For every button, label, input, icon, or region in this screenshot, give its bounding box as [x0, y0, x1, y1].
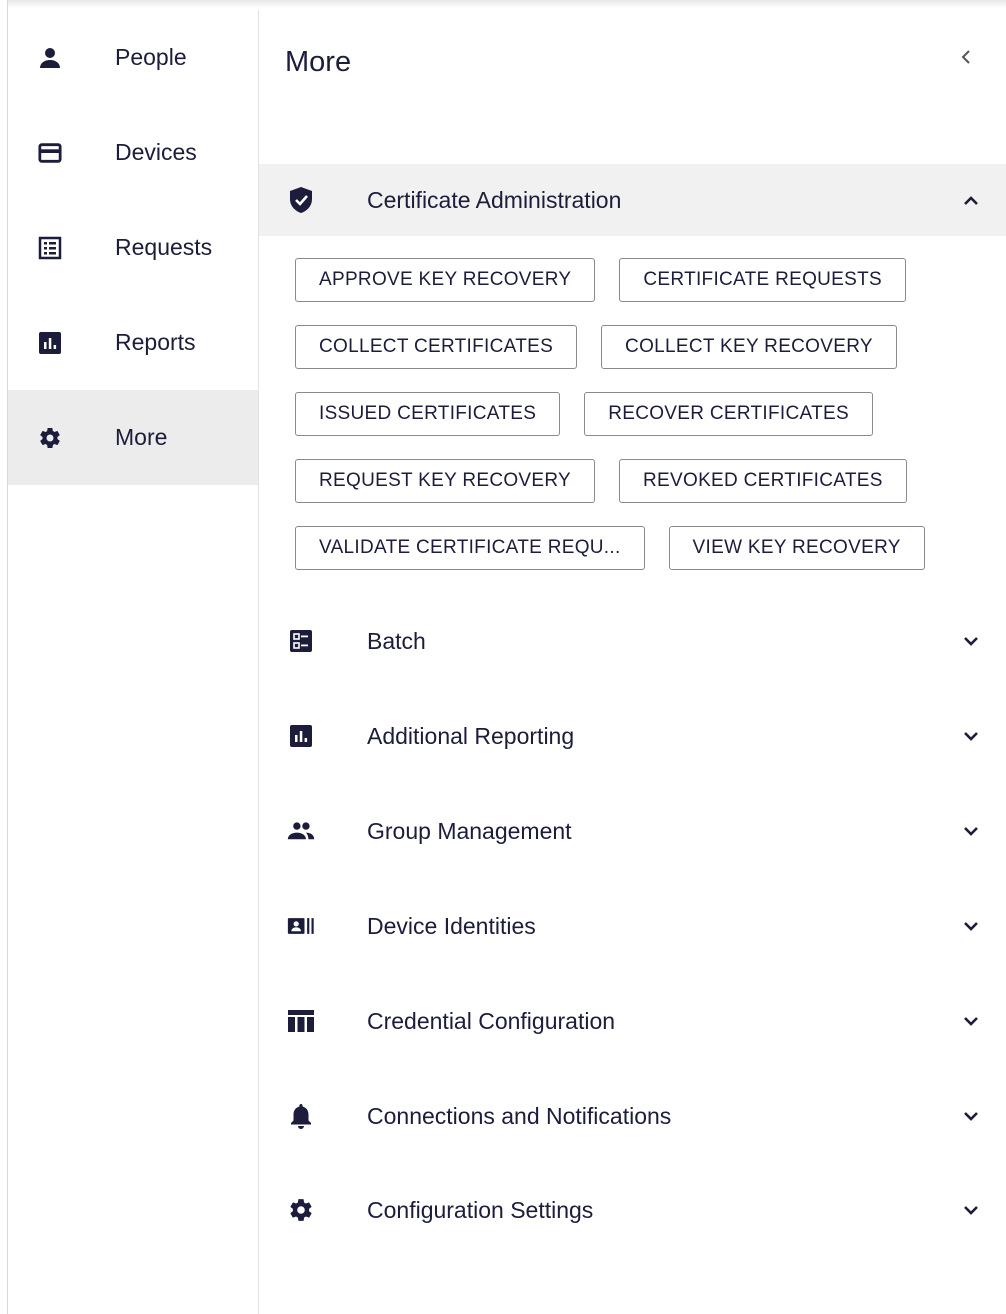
revoked-certificates-button[interactable]: REVOKED CERTIFICATES [619, 459, 907, 503]
section-device-identities[interactable]: Device Identities [259, 890, 1006, 962]
window-top-edge [0, 0, 1006, 8]
bar-chart-icon [287, 722, 315, 750]
chevron-up-icon[interactable] [959, 188, 983, 212]
chevron-down-icon[interactable] [959, 629, 983, 653]
window-left-edge [0, 0, 8, 1314]
person-icon [38, 46, 62, 70]
table-icon [287, 1007, 315, 1035]
chevron-down-icon[interactable] [959, 1198, 983, 1222]
section-connections-and-notifications[interactable]: Connections and Notifications [259, 1080, 1006, 1152]
collect-key-recovery-button[interactable]: COLLECT KEY RECOVERY [601, 325, 897, 369]
section-certificate-administration[interactable]: Certificate Administration [259, 164, 1006, 236]
chevron-down-icon[interactable] [959, 1009, 983, 1033]
section-label: Group Management [367, 817, 572, 844]
sidebar-item-devices[interactable]: Devices [8, 105, 258, 200]
section-credential-configuration[interactable]: Credential Configuration [259, 985, 1006, 1057]
request-key-recovery-button[interactable]: REQUEST KEY RECOVERY [295, 459, 596, 503]
page-title: More [285, 46, 352, 78]
sidebar-item-people[interactable]: People [8, 10, 258, 105]
section-label: Additional Reporting [367, 722, 575, 749]
view-key-recovery-button[interactable]: VIEW KEY RECOVERY [668, 526, 925, 570]
badge-icon [287, 912, 315, 940]
section-label: Configuration Settings [367, 1196, 594, 1223]
more-panel: More Certificate Administration APPROVE … [259, 10, 1006, 1314]
chevron-left-icon[interactable] [955, 46, 977, 68]
group-icon [287, 817, 315, 845]
sidebar-item-reports[interactable]: Reports [8, 295, 258, 390]
section-additional-reporting[interactable]: Additional Reporting [259, 700, 1006, 772]
gear-icon [287, 1196, 315, 1224]
credit-card-icon [38, 141, 62, 165]
section-group-management[interactable]: Group Management [259, 795, 1006, 867]
chevron-down-icon[interactable] [959, 1104, 983, 1128]
recover-certificates-button[interactable]: RECOVER CERTIFICATES [584, 392, 873, 436]
chevron-down-icon[interactable] [959, 819, 983, 843]
sidebar-item-label: Requests [115, 234, 213, 260]
gear-icon [38, 426, 62, 450]
sidebar-item-more[interactable]: More [8, 390, 258, 485]
collect-certificates-button[interactable]: COLLECT CERTIFICATES [295, 325, 578, 369]
certificate-requests-button[interactable]: CERTIFICATE REQUESTS [619, 258, 906, 302]
section-label: Certificate Administration [367, 186, 622, 213]
sidebar-item-label: Reports [115, 329, 196, 355]
validate-certificate-requests-button[interactable]: VALIDATE CERTIFICATE REQU... [295, 526, 645, 570]
approve-key-recovery-button[interactable]: APPROVE KEY RECOVERY [295, 258, 596, 302]
section-label: Batch [367, 627, 426, 654]
chevron-down-icon[interactable] [959, 724, 983, 748]
bell-icon [287, 1102, 315, 1130]
certificate-actions: APPROVE KEY RECOVERY CERTIFICATE REQUEST… [295, 258, 995, 593]
bar-chart-icon [38, 331, 62, 355]
sidebar-item-label: Devices [115, 139, 197, 165]
shield-check-icon [287, 186, 315, 214]
batch-list-icon [287, 627, 315, 655]
sidebar-item-label: More [115, 424, 168, 450]
list-box-icon [38, 236, 62, 260]
section-label: Connections and Notifications [367, 1102, 672, 1129]
sidebar-item-requests[interactable]: Requests [8, 200, 258, 295]
chevron-down-icon[interactable] [959, 914, 983, 938]
sidebar-item-label: People [115, 44, 187, 70]
section-label: Device Identities [367, 912, 536, 939]
section-label: Credential Configuration [367, 1007, 616, 1034]
sidebar: People Devices Requests Reports More [8, 10, 259, 1314]
section-batch[interactable]: Batch [259, 605, 1006, 677]
section-configuration-settings[interactable]: Configuration Settings [259, 1174, 1006, 1246]
issued-certificates-button[interactable]: ISSUED CERTIFICATES [295, 392, 561, 436]
